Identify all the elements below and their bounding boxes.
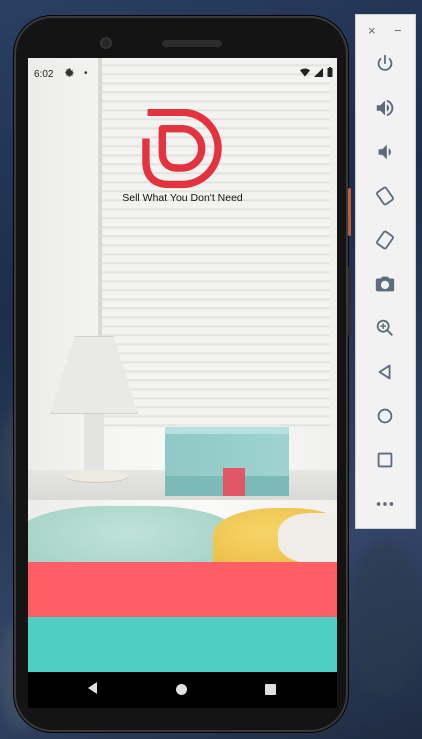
signal-icon [313,68,323,77]
more-icon[interactable] [370,489,400,519]
rotate-right-icon[interactable] [370,225,400,255]
battery-icon [327,67,333,77]
emulator-toolbar: × − [356,15,415,528]
status-icons [299,67,333,80]
earpiece-speaker [162,40,222,47]
power-button[interactable] [348,188,351,236]
front-camera [100,37,112,49]
back-icon[interactable] [88,682,97,694]
close-icon[interactable]: × [368,23,376,38]
minimize-icon[interactable]: − [394,23,402,38]
camera-icon[interactable] [370,269,400,299]
power-icon[interactable] [370,49,400,79]
teal-action-button[interactable] [28,617,337,672]
volume-down-icon[interactable] [370,137,400,167]
box-stripe [223,468,245,496]
recent-apps-icon[interactable] [265,684,276,695]
app-screen: 6:02 • Sell What You Don't Need [28,58,337,672]
home-icon[interactable] [176,684,187,695]
desktop-rock [350,540,422,700]
status-bar: 6:02 • [28,58,337,82]
back-icon[interactable] [370,357,400,387]
status-time: 6:02 [34,69,54,80]
navigation-bar [28,672,337,708]
gear-icon [64,67,75,81]
coral-action-button[interactable] [28,562,337,617]
white-pillow [278,513,337,563]
brand-logo-icon [142,109,222,189]
panel-header: × − [356,23,415,39]
rotate-left-icon[interactable] [370,181,400,211]
volume-up-icon[interactable] [370,93,400,123]
volume-button[interactable] [348,266,351,336]
zoom-icon[interactable] [370,313,400,343]
wifi-icon [299,68,310,77]
app-tagline: Sell What You Don't Need [122,192,243,204]
home-icon[interactable] [370,401,400,431]
overview-icon[interactable] [370,445,400,475]
notification-dot-icon: • [84,68,88,79]
lamp-stem [84,414,104,474]
lamp-base [66,470,128,482]
